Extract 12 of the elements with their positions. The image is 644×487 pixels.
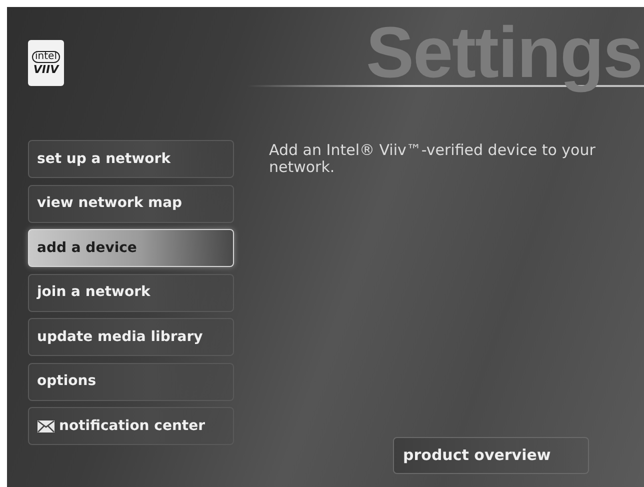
menu-button[interactable]: view network map	[28, 184, 234, 222]
menu-button[interactable]: add a device	[28, 229, 234, 267]
logo-text: VIIV	[33, 64, 59, 75]
product-overview-button[interactable]: product overview	[393, 437, 589, 474]
logo-text: intel	[32, 51, 60, 63]
menu-button[interactable]: join a network	[28, 274, 234, 312]
menu-button[interactable]: update media library	[28, 318, 234, 356]
menu-button[interactable]: notification center	[28, 407, 234, 445]
menu-button[interactable]: options	[28, 362, 234, 400]
envelope-icon	[37, 420, 55, 432]
description-text: Add an Intel® Viiv™-verified device to your network.	[269, 142, 596, 176]
menu-button[interactable]: set up a network	[28, 140, 234, 178]
